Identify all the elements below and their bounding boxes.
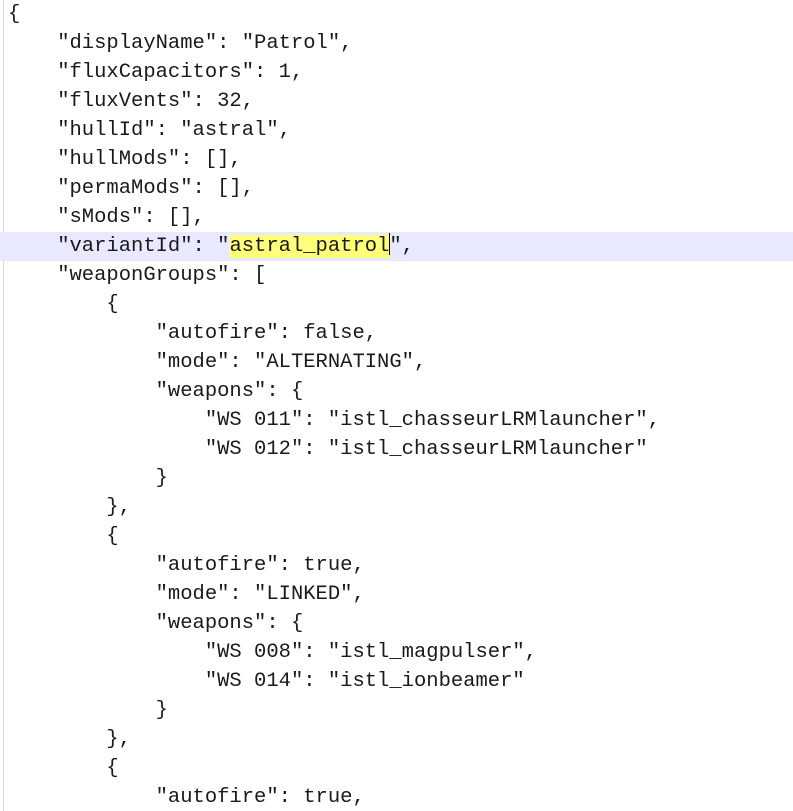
code-line[interactable]: "weaponGroups": [ (0, 261, 793, 290)
code-line-text: "sMods": [], (8, 206, 205, 229)
code-line[interactable]: "hullId": "astral", (0, 116, 793, 145)
search-highlight: astral_patrol (229, 235, 390, 258)
code-line[interactable]: { (0, 290, 793, 319)
code-line[interactable]: } (0, 696, 793, 725)
code-line[interactable]: "autofire": true, (0, 551, 793, 580)
code-line-text: "weaponGroups": [ (8, 264, 267, 287)
code-line-text: { (8, 757, 119, 780)
code-line[interactable]: "fluxCapacitors": 1, (0, 58, 793, 87)
code-line-text: "variantId": "astral_patrol", (8, 232, 414, 261)
code-line-text: { (8, 3, 21, 26)
code-line-text: { (8, 525, 119, 548)
code-line-text: "weapons": { (8, 612, 304, 635)
code-line[interactable]: "autofire": false, (0, 319, 793, 348)
code-line[interactable]: }, (0, 725, 793, 754)
code-line-text: "autofire": true, (8, 554, 365, 577)
code-line-text: "autofire": false, (8, 322, 378, 345)
code-line[interactable]: "autofire": true, (0, 783, 793, 811)
code-line[interactable]: "sMods": [], (0, 203, 793, 232)
code-line[interactable]: "fluxVents": 32, (0, 87, 793, 116)
code-line-text: "mode": "LINKED", (8, 583, 365, 606)
code-line-text: "WS 014": "istl_ionbeamer" (8, 670, 525, 693)
code-line-text: "WS 008": "istl_magpulser", (8, 641, 537, 664)
code-line[interactable]: } (0, 464, 793, 493)
code-line-text: }, (8, 728, 132, 751)
code-line-text: "fluxVents": 32, (8, 90, 255, 113)
code-line-text: "mode": "ALTERNATING", (8, 351, 427, 374)
code-line-text: } (8, 699, 168, 722)
code-line-text: "autofire": true, (8, 786, 365, 809)
code-line-text: "WS 011": "istl_chasseurLRMlauncher", (8, 409, 661, 432)
code-line[interactable]: { (0, 754, 793, 783)
code-line[interactable]: "WS 012": "istl_chasseurLRMlauncher" (0, 435, 793, 464)
code-line-text: "WS 012": "istl_chasseurLRMlauncher" (8, 438, 648, 461)
code-line[interactable]: "displayName": "Patrol", (0, 29, 793, 58)
code-editor[interactable]: { "displayName": "Patrol", "fluxCapacito… (0, 0, 793, 811)
code-line-text: "hullMods": [], (8, 148, 242, 171)
code-line-text: { (8, 293, 119, 316)
code-line-text: "displayName": "Patrol", (8, 32, 353, 55)
current-code-line[interactable]: "variantId": "astral_patrol", (0, 232, 793, 261)
code-line-text: "fluxCapacitors": 1, (8, 61, 304, 84)
code-line[interactable]: { (0, 522, 793, 551)
code-line[interactable]: "WS 008": "istl_magpulser", (0, 638, 793, 667)
code-line[interactable]: "weapons": { (0, 609, 793, 638)
code-line[interactable]: "mode": "ALTERNATING", (0, 348, 793, 377)
code-line[interactable]: "mode": "LINKED", (0, 580, 793, 609)
code-line-text: }, (8, 496, 132, 519)
code-line-suffix: ", (389, 235, 414, 258)
code-line[interactable]: "WS 011": "istl_chasseurLRMlauncher", (0, 406, 793, 435)
code-line-prefix: "variantId": " (8, 235, 230, 258)
code-line[interactable]: "WS 014": "istl_ionbeamer" (0, 667, 793, 696)
code-line-text: "hullId": "astral", (8, 119, 291, 142)
code-line-text: } (8, 467, 168, 490)
code-line[interactable]: "permaMods": [], (0, 174, 793, 203)
code-line[interactable]: { (0, 0, 793, 29)
code-line-text: "permaMods": [], (8, 177, 255, 200)
code-line[interactable]: }, (0, 493, 793, 522)
code-line[interactable]: "weapons": { (0, 377, 793, 406)
code-line-text: "weapons": { (8, 380, 304, 403)
code-line[interactable]: "hullMods": [], (0, 145, 793, 174)
